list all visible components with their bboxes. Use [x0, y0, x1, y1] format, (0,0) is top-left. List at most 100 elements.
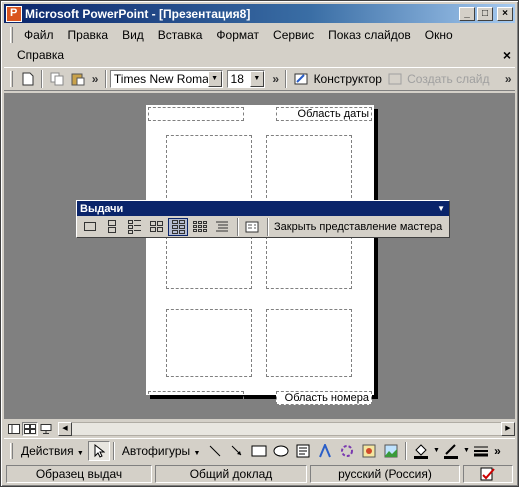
chevron-down-icon: ▼: [76, 449, 84, 457]
horizontal-scrollbar[interactable]: ◀ ▶: [58, 422, 515, 436]
drawing-toolbar: Действия ▼ Автофигуры ▼ ▼ ▼ »: [4, 438, 515, 462]
clipart-icon[interactable]: [358, 441, 380, 461]
handout-page[interactable]: Область даты Область номера: [146, 105, 374, 405]
spelling-status-icon[interactable]: [463, 465, 513, 483]
handout-master-workspace[interactable]: Область даты Область номера: [4, 93, 515, 419]
standard-toolbar: » Times New Roman ▼ 18 ▼ » Конструктор С…: [4, 67, 515, 91]
toolbar-more-icon[interactable]: »: [271, 70, 281, 88]
toolbar-more-icon[interactable]: »: [503, 70, 513, 88]
chevron-down-icon[interactable]: ▼: [207, 71, 222, 87]
menu-window[interactable]: Окно: [418, 28, 460, 42]
slide-placeholder[interactable]: [166, 309, 252, 377]
actions-label: Действия: [21, 443, 74, 458]
minimize-button[interactable]: _: [459, 6, 475, 21]
designer-button[interactable]: Конструктор: [314, 72, 382, 86]
number-area-label: Область номера: [284, 392, 369, 404]
status-bar: Образец выдач Общий доклад русский (Росс…: [4, 464, 515, 484]
window-title: Microsoft PowerPoint - [Презентация8]: [25, 6, 251, 21]
menu-help[interactable]: Справка: [10, 48, 71, 62]
autoshapes-menu[interactable]: Автофигуры ▼: [118, 444, 205, 458]
powerpoint-window: Microsoft PowerPoint - [Презентация8] _ …: [0, 0, 519, 487]
status-design: Общий доклад: [155, 465, 307, 483]
menu-slideshow[interactable]: Показ слайдов: [321, 28, 418, 42]
layout-2-per-page-icon[interactable]: [102, 218, 122, 236]
new-slide-button: Создать слайд: [407, 72, 490, 86]
font-size-select[interactable]: 18 ▼: [226, 70, 265, 88]
restore-button[interactable]: □: [477, 6, 493, 21]
status-language: русский (Россия): [310, 465, 460, 483]
layout-outline-icon[interactable]: [212, 218, 232, 236]
separator: [237, 217, 239, 236]
separator: [41, 70, 44, 88]
chevron-down-icon[interactable]: ▼: [437, 204, 445, 213]
layout-9-per-page-icon[interactable]: [190, 218, 210, 236]
slide-placeholder[interactable]: [166, 135, 252, 203]
paste-icon[interactable]: [69, 70, 86, 88]
toolbar-grip[interactable]: [10, 71, 13, 87]
separator: [405, 441, 408, 460]
menu-grip[interactable]: [10, 27, 13, 43]
close-button[interactable]: ×: [497, 6, 513, 21]
handout-toolbar-title: Выдачи: [80, 202, 124, 215]
slide-placeholder[interactable]: [266, 309, 352, 377]
actions-menu[interactable]: Действия ▼: [17, 444, 88, 458]
arrow-icon[interactable]: [226, 441, 248, 461]
font-size-value: 18: [230, 72, 244, 86]
line-color-icon[interactable]: [440, 441, 462, 461]
chevron-down-icon[interactable]: ▼: [249, 71, 264, 87]
layout-4-per-page-icon[interactable]: [146, 218, 166, 236]
separator: [267, 217, 269, 236]
new-slide-icon: [386, 70, 403, 88]
close-master-view-button[interactable]: Закрыть представление мастера: [274, 221, 442, 233]
handout-master-toolbar: Выдачи ▼ Закрыть представление мастера: [76, 200, 450, 238]
toolbar-more-icon[interactable]: »: [492, 441, 502, 461]
copy-icon[interactable]: [48, 70, 65, 88]
new-document-icon[interactable]: [19, 70, 36, 88]
scroll-left-icon[interactable]: ◀: [58, 422, 72, 436]
line-style-icon[interactable]: [470, 441, 492, 461]
diagram-icon[interactable]: [336, 441, 358, 461]
line-icon[interactable]: [204, 441, 226, 461]
separator: [104, 70, 107, 88]
rectangle-icon[interactable]: [248, 441, 270, 461]
number-placeholder[interactable]: Область номера: [276, 391, 372, 405]
menu-edit[interactable]: Правка: [61, 28, 116, 42]
pointer-icon[interactable]: [87, 440, 110, 461]
picture-icon[interactable]: [380, 441, 402, 461]
menu-format[interactable]: Формат: [209, 28, 266, 42]
font-name-select[interactable]: Times New Roman ▼: [109, 70, 223, 88]
handout-master-layout-icon[interactable]: [242, 218, 262, 236]
slide-sorter-view-icon[interactable]: [22, 422, 38, 436]
document-close-button[interactable]: ×: [503, 47, 511, 63]
menu-view[interactable]: Вид: [115, 28, 151, 42]
title-bar[interactable]: Microsoft PowerPoint - [Презентация8] _ …: [4, 4, 515, 23]
scroll-right-icon[interactable]: ▶: [501, 422, 515, 436]
drawing-toolbar-grip[interactable]: [10, 442, 13, 459]
footer-placeholder[interactable]: [148, 391, 244, 405]
oval-icon[interactable]: [270, 441, 292, 461]
layout-6-per-page-icon[interactable]: [168, 217, 188, 236]
layout-1-per-page-icon[interactable]: [80, 218, 100, 236]
menu-tools[interactable]: Сервис: [266, 28, 321, 42]
slideshow-view-icon[interactable]: [38, 422, 54, 436]
chevron-down-icon[interactable]: ▼: [432, 441, 440, 461]
textbox-icon[interactable]: [292, 441, 314, 461]
slide-placeholder[interactable]: [266, 135, 352, 203]
menu-file[interactable]: Файл: [17, 28, 61, 42]
wordart-icon[interactable]: [314, 441, 336, 461]
separator: [112, 441, 115, 460]
date-area-label: Область даты: [297, 108, 369, 120]
date-placeholder[interactable]: Область даты: [276, 107, 372, 121]
fill-color-icon[interactable]: [410, 441, 432, 461]
chevron-down-icon[interactable]: ▼: [462, 441, 470, 461]
normal-view-icon[interactable]: [6, 422, 22, 436]
menu-insert[interactable]: Вставка: [151, 28, 210, 42]
designer-icon[interactable]: [292, 70, 309, 88]
header-placeholder[interactable]: [148, 107, 244, 121]
handout-toolbar-titlebar[interactable]: Выдачи ▼: [77, 201, 449, 216]
powerpoint-icon[interactable]: [6, 5, 22, 22]
toolbar-more-icon[interactable]: »: [90, 70, 100, 88]
layout-3-per-page-icon[interactable]: [124, 218, 144, 236]
separator: [285, 70, 288, 88]
status-view: Образец выдач: [6, 465, 152, 483]
